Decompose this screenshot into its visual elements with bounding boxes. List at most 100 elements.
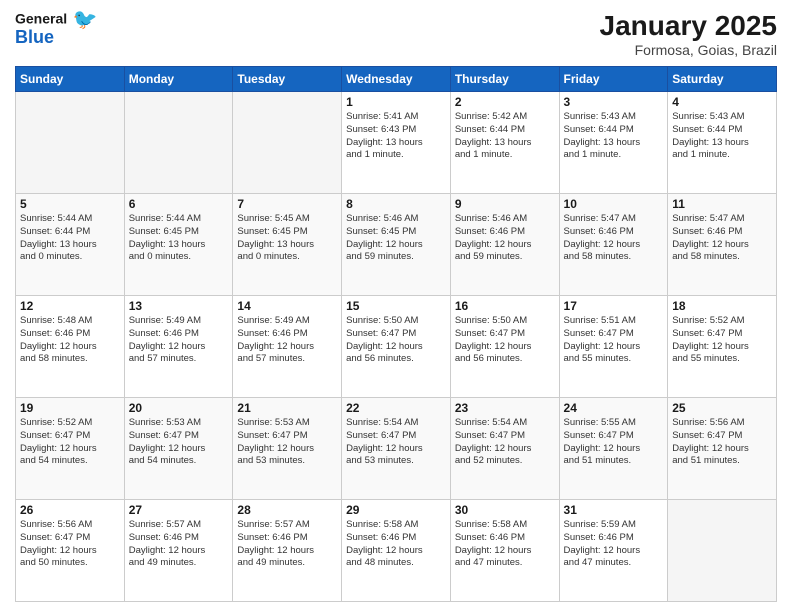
table-row: 21Sunrise: 5:53 AMSunset: 6:47 PMDayligh… — [233, 398, 342, 500]
table-row: 8Sunrise: 5:46 AMSunset: 6:45 PMDaylight… — [342, 194, 451, 296]
day-detail-line: Sunrise: 5:48 AM — [20, 315, 92, 326]
day-detail-line: Sunset: 6:47 PM — [346, 430, 416, 441]
day-detail-line: Daylight: 12 hours — [564, 341, 641, 352]
day-detail: Sunrise: 5:57 AMSunset: 6:46 PMDaylight:… — [129, 519, 229, 570]
day-detail-line: Sunrise: 5:58 AM — [346, 519, 418, 530]
title-section: January 2025 Formosa, Goias, Brazil — [600, 10, 777, 58]
day-detail: Sunrise: 5:59 AMSunset: 6:46 PMDaylight:… — [564, 519, 664, 570]
day-detail-line: Daylight: 12 hours — [129, 341, 206, 352]
day-detail-line: Sunrise: 5:57 AM — [237, 519, 309, 530]
logo-blue: Blue — [15, 28, 54, 46]
day-detail-line: Sunrise: 5:47 AM — [672, 213, 744, 224]
day-detail-line: Sunset: 6:45 PM — [129, 226, 199, 237]
day-detail-line: Daylight: 12 hours — [564, 239, 641, 250]
day-detail-line: and 1 minute. — [564, 149, 622, 160]
day-detail-line: Sunrise: 5:53 AM — [237, 417, 309, 428]
table-row: 17Sunrise: 5:51 AMSunset: 6:47 PMDayligh… — [559, 296, 668, 398]
day-detail-line: Sunset: 6:44 PM — [455, 124, 525, 135]
day-detail: Sunrise: 5:55 AMSunset: 6:47 PMDaylight:… — [564, 417, 664, 468]
logo-general: General — [15, 11, 67, 27]
day-detail-line: Sunset: 6:46 PM — [564, 532, 634, 543]
day-detail-line: Sunset: 6:46 PM — [455, 532, 525, 543]
table-row: 15Sunrise: 5:50 AMSunset: 6:47 PMDayligh… — [342, 296, 451, 398]
day-detail-line: Sunrise: 5:44 AM — [20, 213, 92, 224]
day-detail-line: Sunrise: 5:54 AM — [346, 417, 418, 428]
col-header-saturday: Saturday — [668, 67, 777, 92]
day-detail: Sunrise: 5:52 AMSunset: 6:47 PMDaylight:… — [672, 315, 772, 366]
table-row: 7Sunrise: 5:45 AMSunset: 6:45 PMDaylight… — [233, 194, 342, 296]
day-detail-line: Sunset: 6:46 PM — [346, 532, 416, 543]
day-number: 13 — [129, 299, 229, 313]
day-number: 29 — [346, 503, 446, 517]
table-row: 9Sunrise: 5:46 AMSunset: 6:46 PMDaylight… — [450, 194, 559, 296]
day-number: 31 — [564, 503, 664, 517]
day-number: 20 — [129, 401, 229, 415]
day-detail-line: Daylight: 12 hours — [237, 341, 314, 352]
day-detail-line: Daylight: 13 hours — [20, 239, 97, 250]
day-number: 5 — [20, 197, 120, 211]
day-detail-line: Sunset: 6:47 PM — [455, 430, 525, 441]
day-detail-line: Sunrise: 5:49 AM — [237, 315, 309, 326]
day-detail-line: Daylight: 12 hours — [672, 341, 749, 352]
day-detail-line: Sunrise: 5:55 AM — [564, 417, 636, 428]
day-detail-line: Daylight: 12 hours — [129, 443, 206, 454]
day-detail: Sunrise: 5:44 AMSunset: 6:44 PMDaylight:… — [20, 213, 120, 264]
day-detail-line: Sunrise: 5:41 AM — [346, 111, 418, 122]
week-row-5: 26Sunrise: 5:56 AMSunset: 6:47 PMDayligh… — [16, 500, 777, 602]
day-detail-line: Sunrise: 5:45 AM — [237, 213, 309, 224]
day-detail-line: Daylight: 12 hours — [237, 545, 314, 556]
day-number: 16 — [455, 299, 555, 313]
day-detail-line: and 50 minutes. — [20, 557, 88, 568]
table-row: 4Sunrise: 5:43 AMSunset: 6:44 PMDaylight… — [668, 92, 777, 194]
day-detail-line: Daylight: 13 hours — [237, 239, 314, 250]
day-detail-line: Sunset: 6:46 PM — [20, 328, 90, 339]
day-detail: Sunrise: 5:50 AMSunset: 6:47 PMDaylight:… — [346, 315, 446, 366]
table-row: 12Sunrise: 5:48 AMSunset: 6:46 PMDayligh… — [16, 296, 125, 398]
col-header-wednesday: Wednesday — [342, 67, 451, 92]
day-detail-line: and 57 minutes. — [129, 353, 197, 364]
day-detail: Sunrise: 5:56 AMSunset: 6:47 PMDaylight:… — [20, 519, 120, 570]
table-row: 28Sunrise: 5:57 AMSunset: 6:46 PMDayligh… — [233, 500, 342, 602]
day-detail-line: Daylight: 12 hours — [455, 443, 532, 454]
day-detail-line: and 1 minute. — [346, 149, 404, 160]
day-number: 14 — [237, 299, 337, 313]
day-detail: Sunrise: 5:46 AMSunset: 6:45 PMDaylight:… — [346, 213, 446, 264]
day-detail-line: Daylight: 12 hours — [129, 545, 206, 556]
day-detail-line: and 52 minutes. — [455, 455, 523, 466]
calendar-header-row: Sunday Monday Tuesday Wednesday Thursday… — [16, 67, 777, 92]
day-detail: Sunrise: 5:41 AM Sunset: 6:43 PM Daylight:… — [346, 111, 446, 162]
day-detail-line: Daylight: 12 hours — [20, 341, 97, 352]
day-detail: Sunrise: 5:44 AMSunset: 6:45 PMDaylight:… — [129, 213, 229, 264]
day-detail: Sunrise: 5:43 AMSunset: 6:44 PMDaylight:… — [564, 111, 664, 162]
day-detail-line: Sunset: 6:47 PM — [237, 430, 307, 441]
day-detail-line: Sunset: 6:44 PM — [672, 124, 742, 135]
day-detail-line: Sunset: 6:47 PM — [672, 430, 742, 441]
day-detail-line: Sunset: 6:46 PM — [129, 328, 199, 339]
day-detail-line: and 0 minutes. — [20, 251, 82, 262]
day-detail-line: Sunset: 6:47 PM — [455, 328, 525, 339]
day-detail-line: and 49 minutes. — [237, 557, 305, 568]
day-detail-line: Sunset: 6:47 PM — [672, 328, 742, 339]
day-detail-line: Daylight: 12 hours — [346, 545, 423, 556]
day-detail-line: and 57 minutes. — [237, 353, 305, 364]
page: General 🐦 Blue January 2025 Formosa, Goi… — [0, 0, 792, 612]
day-detail-line: Daylight: 13 hours — [564, 137, 641, 148]
day-detail-line: and 0 minutes. — [129, 251, 191, 262]
week-row-2: 5 Sunrise: 5:44 AMSunset: 6:44 PMDaylight… — [16, 194, 777, 296]
day-detail-line: Sunrise: 5:49 AM — [129, 315, 201, 326]
calendar-subtitle: Formosa, Goias, Brazil — [600, 42, 777, 58]
day-detail-line: Daylight: 13 hours — [346, 137, 423, 148]
day-detail: Sunrise: 5:47 AMSunset: 6:46 PMDaylight:… — [564, 213, 664, 264]
table-row: 30Sunrise: 5:58 AMSunset: 6:46 PMDayligh… — [450, 500, 559, 602]
day-detail-line: Sunrise: 5:59 AM — [564, 519, 636, 530]
day-number: 22 — [346, 401, 446, 415]
day-detail-line: Sunset: 6:43 PM — [346, 124, 416, 135]
day-detail-line: and 59 minutes. — [455, 251, 523, 262]
day-detail-line: Daylight: 12 hours — [346, 239, 423, 250]
day-detail-line: Daylight: 12 hours — [237, 443, 314, 454]
col-header-monday: Monday — [124, 67, 233, 92]
table-row: 23Sunrise: 5:54 AMSunset: 6:47 PMDayligh… — [450, 398, 559, 500]
day-detail: Sunrise: 5:58 AMSunset: 6:46 PMDaylight:… — [455, 519, 555, 570]
day-detail-line: Sunrise: 5:53 AM — [129, 417, 201, 428]
day-detail-line: Sunrise: 5:58 AM — [455, 519, 527, 530]
